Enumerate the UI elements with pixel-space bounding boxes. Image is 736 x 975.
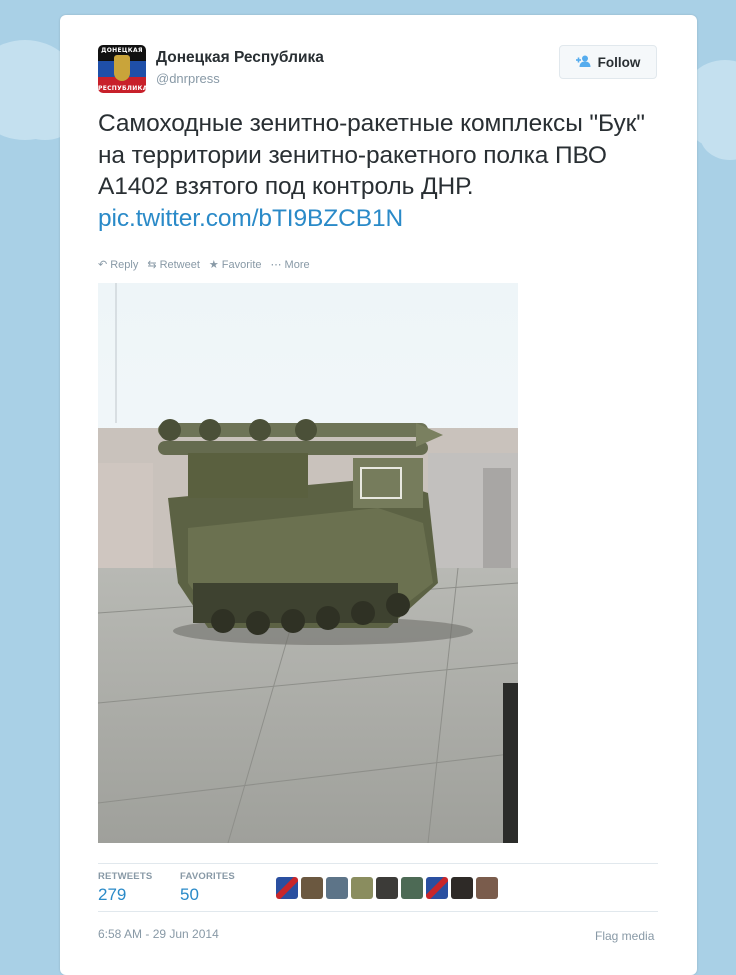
reply-arrow-icon: ↶: [98, 259, 108, 271]
favoriter-avatar[interactable]: [401, 877, 423, 899]
avatar[interactable]: ДОНЕЦКАЯ РЕСПУБЛИКА: [98, 45, 146, 93]
favorite-action[interactable]: ★ Favorite: [208, 258, 262, 272]
favoriter-avatar[interactable]: [351, 877, 373, 899]
favorites-label: FAVORITES: [180, 871, 235, 882]
tweet-timestamp[interactable]: 6:58 AM - 29 Jun 2014: [98, 927, 219, 941]
avatar-text-bottom: РЕСПУБЛИКА: [98, 85, 146, 92]
author-handle[interactable]: @dnrpress: [156, 71, 220, 86]
favoriter-avatar[interactable]: [451, 877, 473, 899]
tweet-text: Самоходные зенитно-ракетные комплексы "Б…: [98, 108, 678, 234]
retweet-icon: ⇆: [147, 259, 157, 271]
favoriter-avatar[interactable]: [426, 877, 448, 899]
tweet-body: Самоходные зенитно-ракетные комплексы "Б…: [98, 110, 645, 200]
reply-label: Reply: [110, 258, 139, 271]
tweet-card: ДОНЕЦКАЯ РЕСПУБЛИКА Донецкая Республика …: [60, 15, 697, 975]
retweet-label: Retweet: [159, 258, 200, 271]
star-icon: ★: [208, 259, 219, 271]
add-user-icon: [575, 55, 592, 70]
more-action[interactable]: ⋯ More: [270, 258, 310, 272]
favoriter-avatars: [276, 877, 498, 899]
coat-of-arms-icon: [114, 55, 130, 81]
follow-button[interactable]: Follow: [559, 45, 657, 79]
favorite-label: Favorite: [221, 258, 262, 271]
retweet-action[interactable]: ⇆ Retweet: [147, 258, 200, 272]
favoriter-avatar[interactable]: [376, 877, 398, 899]
ellipsis-icon: ⋯: [270, 259, 282, 271]
tweet-link[interactable]: pic.twitter.com/bTI9BZCB1N: [98, 205, 403, 232]
retweets-label: RETWEETS: [98, 871, 153, 882]
flag-media-link[interactable]: Flag media: [595, 929, 654, 943]
favoriter-avatar[interactable]: [301, 877, 323, 899]
favoriter-avatar[interactable]: [476, 877, 498, 899]
reply-action[interactable]: ↶ Reply: [98, 258, 139, 272]
favoriter-avatar[interactable]: [276, 877, 298, 899]
avatar-text-top: ДОНЕЦКАЯ: [101, 47, 143, 54]
favoriter-avatar[interactable]: [326, 877, 348, 899]
favorites-count[interactable]: 50: [180, 885, 199, 905]
divider: [98, 863, 658, 864]
retweets-count[interactable]: 279: [98, 885, 126, 905]
author-name[interactable]: Донецкая Республика: [156, 49, 324, 67]
tweet-photo[interactable]: [98, 283, 518, 843]
tweet-actions: ↶ Reply ⇆ Retweet ★ Favorite ⋯ More: [98, 258, 310, 272]
follow-label: Follow: [597, 54, 641, 70]
more-label: More: [284, 258, 310, 271]
divider: [98, 911, 658, 912]
